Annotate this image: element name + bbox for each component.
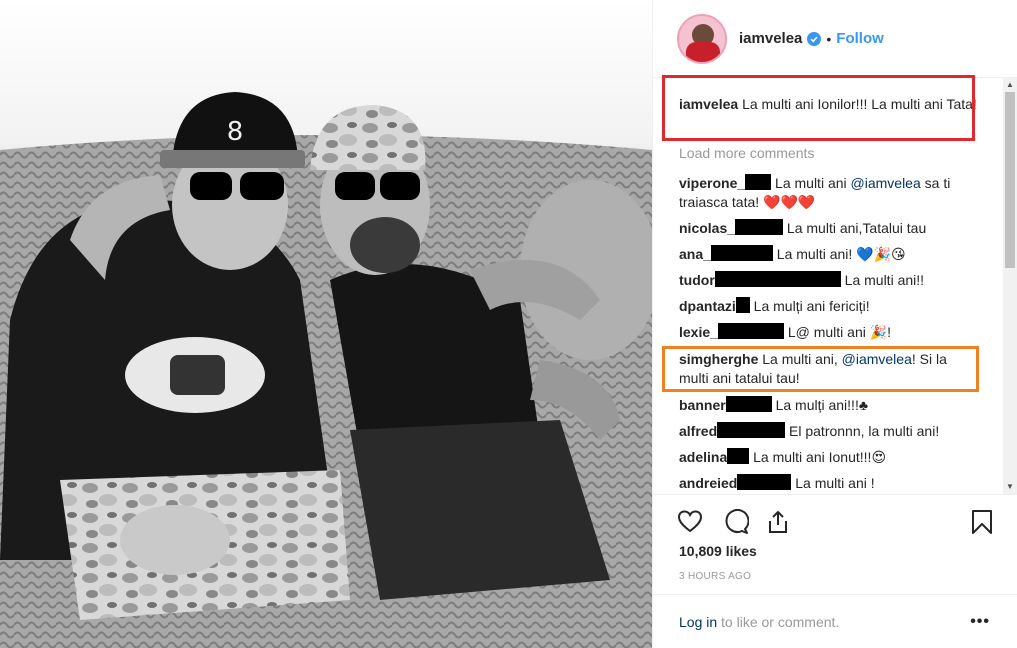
redaction-bar (737, 474, 792, 490)
comment-row: viperone_ La multi ani @iamvelea sa ti t… (679, 174, 979, 212)
emoji: 😍 (871, 449, 887, 465)
verified-icon (807, 31, 822, 46)
action-bar: 10,809 likes 3 HOURS AGO (653, 494, 1017, 604)
emoji: 🎉! (869, 324, 892, 340)
comment-text: La multi ani (771, 175, 851, 191)
comment-username[interactable]: viperone_ (679, 175, 745, 191)
comment-username[interactable]: andreied (679, 475, 737, 491)
emoji: ♣ (858, 397, 869, 413)
login-prompt: Log in to like or comment. (679, 614, 839, 630)
comment-username[interactable]: tudor (679, 272, 715, 288)
redaction-bar (727, 448, 750, 464)
more-options-icon[interactable]: ••• (970, 613, 990, 631)
login-rest-text: to like or comment. (717, 614, 840, 630)
comment-text: La multi ani! (772, 246, 857, 262)
redaction-bar (717, 422, 786, 438)
scroll-thumb[interactable] (1005, 92, 1015, 268)
comment-username[interactable]: nicolas_ (679, 220, 735, 236)
redaction-bar (710, 245, 773, 261)
photo-image: 8 (0, 0, 652, 648)
highlight-box-red (662, 75, 975, 141)
comment-row: nicolas_ La multi ani,Tatalui tau (679, 219, 979, 238)
comment-row: andreied La multi ani ! (679, 474, 979, 493)
bookmark-icon[interactable] (969, 509, 995, 535)
likes-count[interactable]: 10,809 likes (679, 543, 757, 559)
hearts-emoji: ❤️❤️❤️ (763, 194, 816, 210)
post-header: iamvelea • Follow (653, 0, 1017, 78)
follow-button[interactable]: Follow (836, 30, 884, 47)
highlight-box-orange (662, 346, 979, 392)
redaction-bar (735, 297, 750, 313)
scroll-down-arrow[interactable]: ▼ (1003, 480, 1017, 494)
redaction-bar (714, 271, 841, 287)
comment-text: El patronnn, la multi ani! (785, 423, 940, 439)
heart-icon[interactable] (677, 509, 703, 535)
comment-row: tudor La multi ani!! (679, 271, 979, 290)
load-more-comments-button[interactable]: Load more comments (679, 145, 814, 161)
comment-username[interactable]: adelina (679, 449, 727, 465)
comment-mention[interactable]: @iamvelea (851, 175, 921, 191)
comment-row: dpantazi La mulți ani fericiți! (679, 297, 979, 316)
redaction-bar (725, 396, 772, 412)
login-link[interactable]: Log in (679, 614, 717, 630)
comment-row: lexie_ L@ multi ani 🎉! (679, 323, 979, 342)
comment-username[interactable]: dpantazi (679, 298, 736, 314)
username-link[interactable]: iamvelea (739, 30, 802, 47)
comment-text: La multi ani,Tatalui tau (783, 220, 927, 236)
comment-username[interactable]: banner (679, 397, 726, 413)
comment-text: La mulți ani!!! (771, 397, 859, 413)
comment-row: adelina La multi ani Ionut!!!😍 (679, 448, 979, 467)
scroll-up-arrow[interactable]: ▲ (1003, 78, 1017, 92)
comment-row: ana_ La multi ani! 💙🎉😘 (679, 245, 979, 264)
comment-row: alfred El patronnn, la multi ani! (679, 422, 979, 441)
comment-username[interactable]: lexie_ (679, 324, 718, 340)
redaction-bar (735, 219, 784, 235)
post-timestamp[interactable]: 3 HOURS AGO (679, 571, 751, 582)
comment-text: La multi ani!! (840, 272, 925, 288)
comment-row: banner La mulți ani!!!♣ (679, 396, 979, 415)
comment-text: La multi ani ! (791, 475, 875, 491)
comment-icon[interactable] (723, 509, 749, 535)
emoji: 💙🎉😘 (856, 246, 906, 262)
comments-scrollbar[interactable]: ▲ ▼ (1003, 78, 1017, 494)
post-photo[interactable]: 8 (0, 0, 652, 648)
comment-username[interactable]: ana_ (679, 246, 711, 262)
comment-text: L@ multi ani (783, 324, 870, 340)
comment-username[interactable]: alfred (679, 423, 717, 439)
avatar[interactable] (677, 13, 727, 64)
comment-text: La mulți ani fericiți! (749, 298, 870, 314)
share-icon[interactable] (765, 509, 791, 535)
separator-dot: • (826, 30, 832, 47)
redaction-bar (717, 323, 784, 339)
redaction-bar (745, 174, 772, 190)
login-bar: Log in to like or comment. ••• (653, 594, 1017, 648)
svg-text:8: 8 (227, 117, 244, 147)
comment-text: La multi ani Ionut!!! (749, 449, 872, 465)
